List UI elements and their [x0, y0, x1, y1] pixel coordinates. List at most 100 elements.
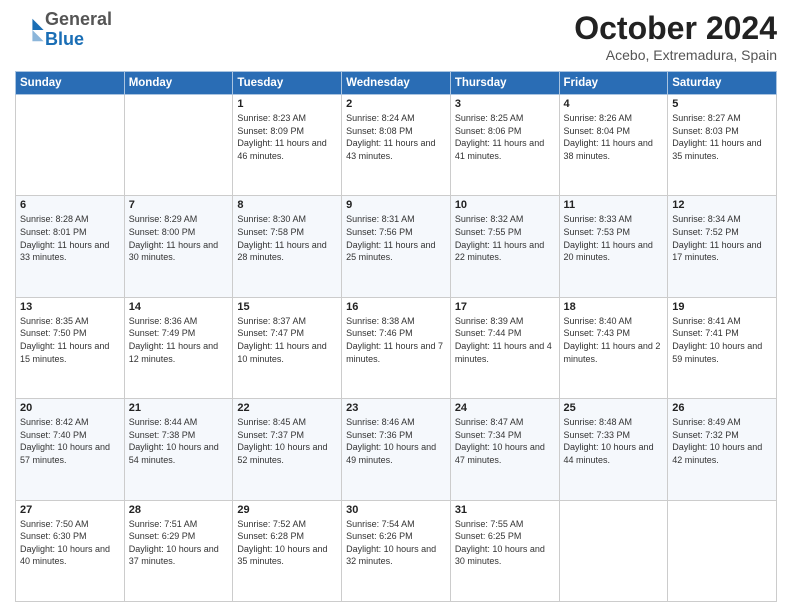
day-number: 28	[129, 504, 229, 516]
day-cell-13: 13 Sunrise: 8:35 AM Sunset: 7:50 PM Dayli…	[16, 297, 125, 398]
day-info: Sunrise: 8:23 AM Sunset: 8:09 PM Dayligh…	[237, 112, 337, 162]
day-cell-8: 8Sunrise: 8:30 AM Sunset: 7:58 PM Daylig…	[233, 196, 342, 297]
dow-header-tuesday: Tuesday	[233, 72, 342, 95]
day-number: 12	[672, 199, 772, 211]
day-cell-22: 22 Sunrise: 8:45 AM Sunset: 7:37 PM Dayli…	[233, 399, 342, 500]
day-info: Sunrise: 8:46 AM Sunset: 7:36 PM Dayligh…	[346, 416, 446, 466]
day-number: 21	[129, 402, 229, 414]
day-cell-29: 29 Sunrise: 7:52 AM Sunset: 6:28 PM Dayli…	[233, 500, 342, 601]
day-info: Sunrise: 7:54 AM Sunset: 6:26 PM Dayligh…	[346, 518, 446, 568]
day-number: 17	[455, 301, 555, 313]
day-number: 22	[237, 402, 337, 414]
day-number: 14	[129, 301, 229, 313]
day-info: Sunrise: 8:34 AM Sunset: 7:52 PM Dayligh…	[672, 213, 772, 263]
calendar-body: 1 Sunrise: 8:23 AM Sunset: 8:09 PM Daylig…	[16, 95, 777, 602]
day-number: 20	[20, 402, 120, 414]
day-number: 24	[455, 402, 555, 414]
day-info: Sunrise: 7:51 AM Sunset: 6:29 PM Dayligh…	[129, 518, 229, 568]
logo-text: General Blue	[45, 10, 112, 50]
day-cell-17: 17 Sunrise: 8:39 AM Sunset: 7:44 PM Dayli…	[450, 297, 559, 398]
day-cell-18: 18Sunrise: 8:40 AM Sunset: 7:43 PM Dayli…	[559, 297, 668, 398]
day-cell-4: 4Sunrise: 8:26 AM Sunset: 8:04 PM Daylig…	[559, 95, 668, 196]
day-info: Sunrise: 8:36 AM Sunset: 7:49 PM Dayligh…	[129, 315, 229, 365]
day-cell-6: 6Sunrise: 8:28 AM Sunset: 8:01 PM Daylig…	[16, 196, 125, 297]
day-number: 19	[672, 301, 772, 313]
logo-icon	[17, 16, 45, 44]
day-cell-26: 26 Sunrise: 8:49 AM Sunset: 7:32 PM Dayli…	[668, 399, 777, 500]
day-number: 11	[564, 199, 664, 211]
day-cell-5: 5 Sunrise: 8:27 AM Sunset: 8:03 PM Daylig…	[668, 95, 777, 196]
day-info: Sunrise: 8:35 AM Sunset: 7:50 PM Dayligh…	[20, 315, 120, 365]
day-info: Sunrise: 8:41 AM Sunset: 7:41 PM Dayligh…	[672, 315, 772, 365]
day-number: 9	[346, 199, 446, 211]
day-number: 13	[20, 301, 120, 313]
logo-blue: Blue	[45, 30, 112, 50]
dow-header-wednesday: Wednesday	[342, 72, 451, 95]
day-info: Sunrise: 8:44 AM Sunset: 7:38 PM Dayligh…	[129, 416, 229, 466]
day-number: 16	[346, 301, 446, 313]
day-number: 1	[237, 98, 337, 110]
day-number: 15	[237, 301, 337, 313]
header: General Blue October 2024 Acebo, Extrema…	[15, 10, 777, 63]
page: General Blue October 2024 Acebo, Extrema…	[0, 0, 792, 612]
day-cell-27: 27Sunrise: 7:50 AM Sunset: 6:30 PM Dayli…	[16, 500, 125, 601]
empty-cell	[124, 95, 233, 196]
day-cell-30: 30 Sunrise: 7:54 AM Sunset: 6:26 PM Dayli…	[342, 500, 451, 601]
day-info: Sunrise: 8:24 AM Sunset: 8:08 PM Dayligh…	[346, 112, 446, 162]
day-number: 6	[20, 199, 120, 211]
day-cell-3: 3Sunrise: 8:25 AM Sunset: 8:06 PM Daylig…	[450, 95, 559, 196]
day-cell-24: 24Sunrise: 8:47 AM Sunset: 7:34 PM Dayli…	[450, 399, 559, 500]
day-cell-10: 10Sunrise: 8:32 AM Sunset: 7:55 PM Dayli…	[450, 196, 559, 297]
day-cell-31: 31Sunrise: 7:55 AM Sunset: 6:25 PM Dayli…	[450, 500, 559, 601]
day-cell-7: 7 Sunrise: 8:29 AM Sunset: 8:00 PM Daylig…	[124, 196, 233, 297]
week-row-4: 20Sunrise: 8:42 AM Sunset: 7:40 PM Dayli…	[16, 399, 777, 500]
day-info: Sunrise: 8:33 AM Sunset: 7:53 PM Dayligh…	[564, 213, 664, 263]
day-number: 5	[672, 98, 772, 110]
week-row-1: 1 Sunrise: 8:23 AM Sunset: 8:09 PM Daylig…	[16, 95, 777, 196]
day-info: Sunrise: 7:50 AM Sunset: 6:30 PM Dayligh…	[20, 518, 120, 568]
dow-header-friday: Friday	[559, 72, 668, 95]
dow-header-monday: Monday	[124, 72, 233, 95]
week-row-3: 13 Sunrise: 8:35 AM Sunset: 7:50 PM Dayli…	[16, 297, 777, 398]
day-info: Sunrise: 8:27 AM Sunset: 8:03 PM Dayligh…	[672, 112, 772, 162]
dow-header-saturday: Saturday	[668, 72, 777, 95]
empty-cell	[668, 500, 777, 601]
dow-header-sunday: Sunday	[16, 72, 125, 95]
day-info: Sunrise: 8:49 AM Sunset: 7:32 PM Dayligh…	[672, 416, 772, 466]
day-number: 26	[672, 402, 772, 414]
day-info: Sunrise: 8:38 AM Sunset: 7:46 PM Dayligh…	[346, 315, 446, 365]
day-cell-1: 1 Sunrise: 8:23 AM Sunset: 8:09 PM Daylig…	[233, 95, 342, 196]
day-info: Sunrise: 8:30 AM Sunset: 7:58 PM Dayligh…	[237, 213, 337, 263]
week-row-5: 27Sunrise: 7:50 AM Sunset: 6:30 PM Dayli…	[16, 500, 777, 601]
day-number: 23	[346, 402, 446, 414]
day-number: 29	[237, 504, 337, 516]
dow-header-thursday: Thursday	[450, 72, 559, 95]
day-number: 2	[346, 98, 446, 110]
day-cell-16: 16 Sunrise: 8:38 AM Sunset: 7:46 PM Dayli…	[342, 297, 451, 398]
day-cell-9: 9 Sunrise: 8:31 AM Sunset: 7:56 PM Daylig…	[342, 196, 451, 297]
day-info: Sunrise: 8:29 AM Sunset: 8:00 PM Dayligh…	[129, 213, 229, 263]
day-cell-11: 11 Sunrise: 8:33 AM Sunset: 7:53 PM Dayli…	[559, 196, 668, 297]
day-cell-20: 20Sunrise: 8:42 AM Sunset: 7:40 PM Dayli…	[16, 399, 125, 500]
week-row-2: 6Sunrise: 8:28 AM Sunset: 8:01 PM Daylig…	[16, 196, 777, 297]
day-info: Sunrise: 8:37 AM Sunset: 7:47 PM Dayligh…	[237, 315, 337, 365]
day-number: 30	[346, 504, 446, 516]
day-info: Sunrise: 7:52 AM Sunset: 6:28 PM Dayligh…	[237, 518, 337, 568]
day-number: 7	[129, 199, 229, 211]
day-number: 4	[564, 98, 664, 110]
day-cell-23: 23 Sunrise: 8:46 AM Sunset: 7:36 PM Dayli…	[342, 399, 451, 500]
subtitle: Acebo, Extremadura, Spain	[574, 47, 777, 63]
day-cell-15: 15 Sunrise: 8:37 AM Sunset: 7:47 PM Dayli…	[233, 297, 342, 398]
day-info: Sunrise: 8:48 AM Sunset: 7:33 PM Dayligh…	[564, 416, 664, 466]
day-number: 25	[564, 402, 664, 414]
day-cell-12: 12 Sunrise: 8:34 AM Sunset: 7:52 PM Dayli…	[668, 196, 777, 297]
day-cell-19: 19 Sunrise: 8:41 AM Sunset: 7:41 PM Dayli…	[668, 297, 777, 398]
day-cell-21: 21 Sunrise: 8:44 AM Sunset: 7:38 PM Dayli…	[124, 399, 233, 500]
title-block: October 2024 Acebo, Extremadura, Spain	[574, 10, 777, 63]
day-number: 10	[455, 199, 555, 211]
day-info: Sunrise: 8:45 AM Sunset: 7:37 PM Dayligh…	[237, 416, 337, 466]
day-cell-25: 25 Sunrise: 8:48 AM Sunset: 7:33 PM Dayli…	[559, 399, 668, 500]
day-info: Sunrise: 8:31 AM Sunset: 7:56 PM Dayligh…	[346, 213, 446, 263]
day-info: Sunrise: 8:39 AM Sunset: 7:44 PM Dayligh…	[455, 315, 555, 365]
day-number: 18	[564, 301, 664, 313]
